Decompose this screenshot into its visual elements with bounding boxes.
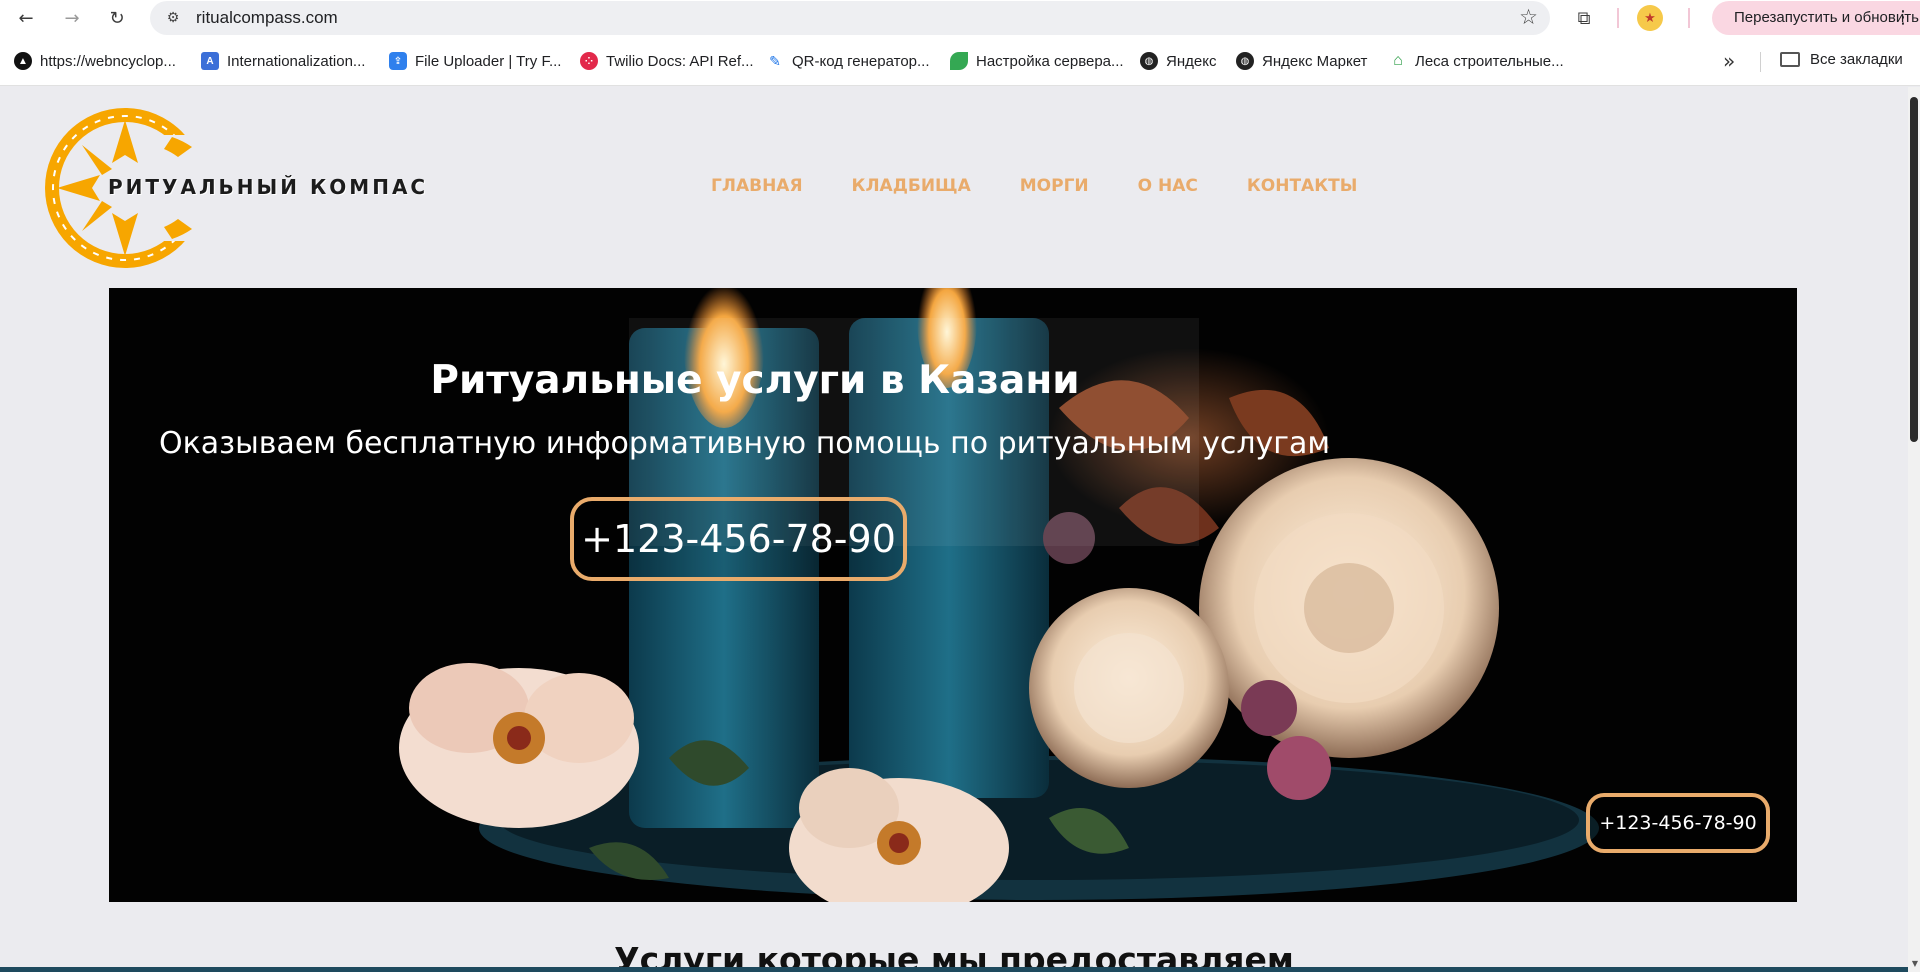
page-viewport: РИТУАЛЬНЫЙ КОМПАС ГЛАВНАЯ КЛАДБИЩА МОРГИ…	[0, 87, 1920, 972]
bookmark-item[interactable]: ⁘ Twilio Docs: API Ref...	[580, 51, 754, 71]
bookmark-label: Internationalization...	[227, 52, 366, 70]
puzzle-icon[interactable]: ⧉	[1570, 4, 1598, 32]
address-bar[interactable]: ⚙ ritualcompass.com ☆	[150, 1, 1550, 35]
bookmark-item[interactable]: A Internationalization...	[201, 51, 365, 71]
reload-button[interactable]: ↻	[103, 4, 131, 32]
bookmark-label: Яндекс	[1166, 52, 1217, 70]
bookmark-item[interactable]: ⇪ File Uploader | Try F...	[389, 51, 561, 71]
nav-item-home[interactable]: ГЛАВНАЯ	[711, 176, 803, 196]
bookmark-favicon-icon: ◍	[1140, 52, 1158, 70]
bookmark-favicon-icon: A	[201, 52, 219, 70]
bookmark-item[interactable]: ⌂ Леса строительные...	[1389, 51, 1564, 71]
footer-strip	[0, 967, 1908, 972]
bookmark-favicon-icon: ⁘	[580, 52, 598, 70]
hero-title-text: Ритуальные услуги в Казани	[430, 358, 1080, 403]
browser-toolbar: ← → ↻ ⚙ ritualcompass.com ☆ ⧉ ★ Перезапу…	[0, 0, 1920, 36]
bookmark-favicon-icon: ⇪	[389, 52, 407, 70]
bookmark-label: Яндекс Маркет	[1262, 52, 1368, 70]
bookmark-item[interactable]: ✎ QR-код генератор...	[766, 51, 930, 71]
all-bookmarks-button[interactable]: Все закладки	[1780, 51, 1903, 68]
toolbar-divider	[1617, 8, 1619, 28]
floating-phone-button[interactable]: +123-456-78-90	[1586, 793, 1770, 853]
bookmark-favicon-icon: ▲	[14, 52, 32, 70]
hero-phone-button[interactable]: +123-456-78-90	[570, 497, 907, 581]
all-bookmarks-label: Все закладки	[1810, 51, 1903, 68]
nav-item-cemeteries[interactable]: КЛАДБИЩА	[852, 176, 971, 196]
bookmark-item[interactable]: ◍ Яндекс Маркет	[1236, 51, 1367, 71]
bookmarks-divider	[1760, 52, 1761, 72]
toolbar-divider	[1688, 8, 1690, 28]
page-scrollbar[interactable]: ▼	[1908, 87, 1920, 972]
bookmark-label: Twilio Docs: API Ref...	[606, 52, 754, 70]
bookmarks-bar: ▲ https://webncyclop... A Internationali…	[0, 36, 1920, 86]
hero-title: Ритуальные услуги в Казани	[109, 358, 1409, 403]
scroll-down-arrow-icon[interactable]: ▼	[1912, 959, 1918, 968]
relaunch-label: Перезапустить и обновить	[1734, 9, 1919, 26]
nav-item-about[interactable]: О НАС	[1138, 176, 1198, 196]
relaunch-button[interactable]: Перезапустить и обновить ⋮	[1712, 1, 1920, 35]
url-text[interactable]: ritualcompass.com	[196, 8, 338, 28]
arrow-left-icon: ←	[18, 7, 34, 29]
nav-item-contacts[interactable]: КОНТАКТЫ	[1247, 176, 1357, 196]
bookmark-favicon-icon: ⌂	[1393, 52, 1403, 69]
forward-button[interactable]: →	[58, 4, 86, 32]
logo-text: РИТУАЛЬНЫЙ КОМПАС	[108, 175, 429, 199]
kebab-menu-icon[interactable]: ⋮	[1894, 7, 1912, 28]
folder-icon	[1780, 52, 1800, 67]
bookmark-item[interactable]: ● Настройка сервера...	[950, 51, 1124, 71]
nav-item-morgues[interactable]: МОРГИ	[1020, 176, 1089, 196]
hero-subtitle: Оказываем бесплатную информативную помощ…	[159, 426, 1331, 461]
site-settings-icon[interactable]: ⚙	[164, 9, 182, 27]
back-button[interactable]: ←	[12, 4, 40, 32]
bookmark-item[interactable]: ◍ Яндекс	[1140, 51, 1216, 71]
bookmark-favicon-icon: ✎	[769, 52, 781, 69]
bookmark-item[interactable]: ▲ https://webncyclop...	[14, 51, 176, 71]
bookmark-label: Настройка сервера...	[976, 52, 1124, 70]
bookmark-favicon-icon: ●	[950, 52, 968, 70]
bookmark-label: Леса строительные...	[1415, 52, 1564, 70]
arrow-right-icon: →	[64, 7, 80, 29]
scrollbar-thumb[interactable]	[1910, 97, 1918, 442]
bookmark-label: https://webncyclop...	[40, 52, 176, 70]
bookmark-favicon-icon: ◍	[1236, 52, 1254, 70]
star-icon[interactable]: ☆	[1519, 5, 1538, 29]
site-logo[interactable]: РИТУАЛЬНЫЙ КОМПАС	[42, 105, 462, 271]
bookmark-label: File Uploader | Try F...	[415, 52, 562, 70]
main-nav: ГЛАВНАЯ КЛАДБИЩА МОРГИ О НАС КОНТАКТЫ	[711, 176, 1406, 196]
hero-banner: Ритуальные услуги в Казани Оказываем бес…	[109, 288, 1797, 902]
profile-avatar-icon[interactable]: ★	[1637, 5, 1663, 31]
more-bookmarks-button[interactable]: »	[1723, 49, 1735, 73]
bookmark-label: QR-код генератор...	[792, 52, 930, 70]
reload-icon: ↻	[109, 7, 125, 29]
